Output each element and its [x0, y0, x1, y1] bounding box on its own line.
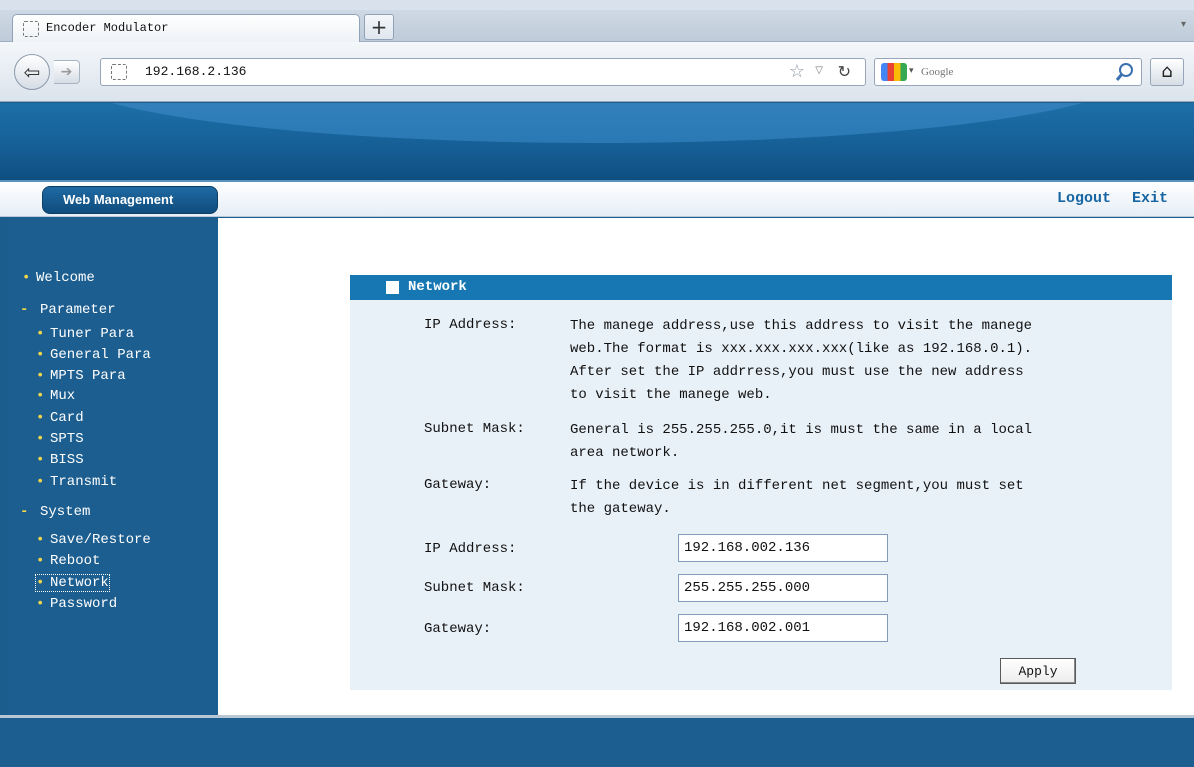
forward-button[interactable]: ➔ [54, 60, 80, 84]
tab-list-icon[interactable]: ▾ [1181, 19, 1186, 30]
logout-link[interactable]: Logout [1057, 190, 1111, 207]
sidebar-item-network[interactable]: • Network [35, 574, 110, 592]
sidebar-item-spts[interactable]: • SPTS [36, 431, 84, 447]
square-icon [386, 281, 399, 294]
sidebar-item-mux[interactable]: • Mux [36, 388, 75, 404]
sidebar-item-transmit[interactable]: • Transmit [36, 474, 117, 490]
bullet-icon: • [36, 410, 45, 426]
exit-link[interactable]: Exit [1132, 190, 1168, 207]
history-dropdown-icon[interactable]: ▽ [815, 65, 823, 76]
window-frame [0, 0, 1194, 10]
subnet-mask-label: Subnet Mask: [424, 580, 525, 596]
page-banner [0, 103, 1194, 180]
top-links: Logout Exit [1045, 190, 1168, 207]
ip-address-description: The manege address,use this address to v… [570, 318, 1033, 403]
collapse-icon: - [20, 302, 29, 318]
sidebar-item-save-restore[interactable]: • Save/Restore [36, 532, 151, 548]
page-footer [0, 715, 1194, 767]
home-button[interactable]: ⌂ [1150, 58, 1184, 86]
address-bar[interactable]: 192.168.2.136 ☆ ▽ ↻ [100, 58, 866, 86]
search-engine-icon[interactable] [881, 63, 907, 81]
search-input[interactable] [921, 64, 1101, 80]
sidebar: • Welcome - Parameter • Tuner Para • General… [8, 218, 218, 715]
browser-tab[interactable]: Encoder Modulator [12, 14, 360, 43]
sidebar-item-general-para[interactable]: • General Para [36, 347, 151, 363]
gateway-input[interactable] [678, 614, 888, 642]
gateway-description: If the device is in different net segmen… [570, 478, 1024, 517]
tab-title: Encoder Modulator [46, 21, 169, 35]
ip-address-description-label: IP Address: [424, 317, 517, 333]
sidebar-group-system[interactable]: - System [20, 504, 90, 520]
navigation-toolbar: ⇦ ➔ 192.168.2.136 ☆ ▽ ↻ ▾ ⌂ [0, 42, 1194, 102]
ip-address-input[interactable] [678, 534, 888, 562]
sidebar-item-mpts-para[interactable]: • MPTS Para [36, 368, 126, 384]
search-bar[interactable]: ▾ [874, 58, 1142, 86]
bullet-icon: • [22, 270, 31, 286]
bullet-icon: • [36, 575, 45, 591]
bullet-icon: • [36, 553, 45, 569]
back-button[interactable]: ⇦ [14, 54, 50, 90]
search-icon[interactable] [1115, 62, 1135, 82]
bullet-icon: • [36, 532, 45, 548]
search-engine-dropdown-icon[interactable]: ▾ [909, 66, 914, 76]
banner-decoration [60, 103, 1134, 143]
bullet-icon: • [36, 326, 45, 342]
gateway-label: Gateway: [424, 621, 492, 637]
network-panel: Network IP Address: The manege address,u… [350, 275, 1172, 690]
sidebar-item-reboot[interactable]: • Reboot [36, 553, 100, 569]
tab-bar: Encoder Modulator + ▾ [0, 10, 1194, 43]
sidebar-item-biss[interactable]: • BISS [36, 452, 84, 468]
panel-header: Network [350, 275, 1172, 300]
ip-address-label: IP Address: [424, 541, 517, 557]
subnet-mask-input[interactable] [678, 574, 888, 602]
sidebar-item-password[interactable]: • Password [36, 596, 117, 612]
gateway-description-label: Gateway: [424, 477, 492, 493]
collapse-icon: - [20, 504, 29, 520]
sidebar-group-parameter[interactable]: - Parameter [20, 302, 116, 318]
page-favicon-icon [23, 21, 39, 37]
site-identity-icon[interactable] [111, 64, 127, 80]
sidebar-item-tuner-para[interactable]: • Tuner Para [36, 326, 134, 342]
sidebar-item-welcome[interactable]: • Welcome [22, 270, 95, 286]
web-management-tab: Web Management [42, 186, 218, 214]
bullet-icon: • [36, 368, 45, 384]
url-text[interactable]: 192.168.2.136 [145, 64, 246, 79]
bullet-icon: • [36, 596, 45, 612]
bookmark-star-icon[interactable]: ☆ [789, 61, 805, 82]
bullet-icon: • [36, 431, 45, 447]
bullet-icon: • [36, 388, 45, 404]
bullet-icon: • [36, 347, 45, 363]
sidebar-item-card[interactable]: • Card [36, 410, 84, 426]
panel-title: Network [408, 279, 467, 295]
apply-button[interactable]: Apply [1000, 658, 1076, 684]
new-tab-button[interactable]: + [364, 14, 394, 40]
subnet-mask-description-label: Subnet Mask: [424, 421, 525, 437]
bullet-icon: • [36, 452, 45, 468]
bullet-icon: • [36, 474, 45, 490]
subnet-mask-description: General is 255.255.255.0,it is must the … [570, 422, 1033, 461]
left-edge [0, 218, 8, 715]
reload-icon[interactable]: ↻ [838, 62, 851, 81]
top-menu-bar: Web Management Logout Exit [0, 180, 1194, 217]
main-content: Network IP Address: The manege address,u… [218, 218, 1194, 715]
